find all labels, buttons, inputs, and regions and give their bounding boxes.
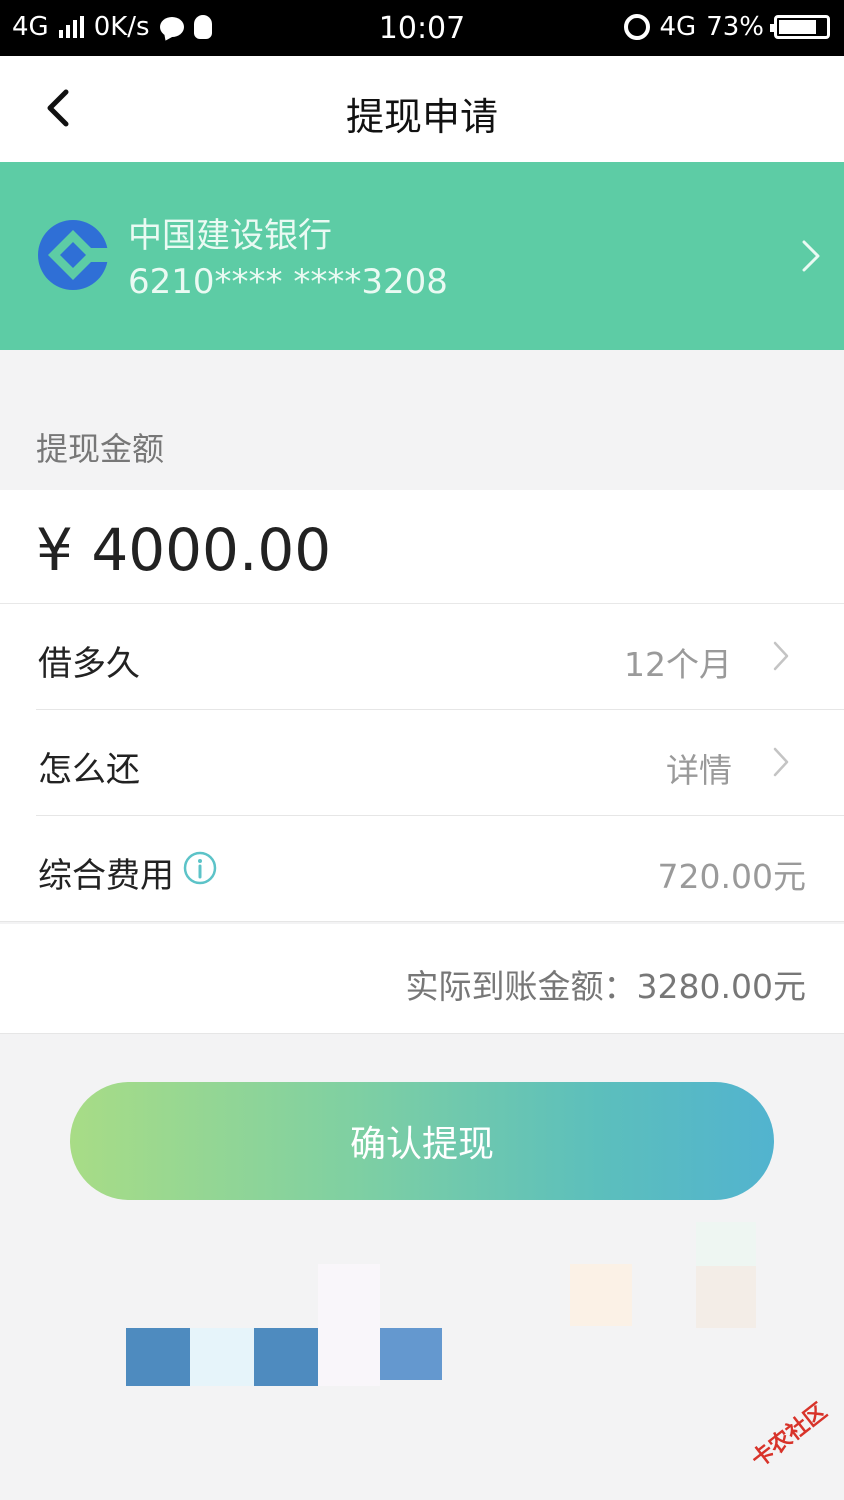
network-type-label-right: 4G	[659, 12, 697, 42]
blurred-ad-block	[126, 1328, 190, 1386]
loan-term-value: 12个月	[624, 645, 732, 684]
withdraw-amount-label: 提现金额	[36, 430, 165, 468]
status-bar: 4G 0K/s 10:07 4G 73%	[0, 0, 844, 56]
total-fee-value: 720.00元	[657, 857, 806, 896]
blurred-ad-block	[254, 1328, 318, 1386]
total-fee-row: 综合费用 720.00元	[0, 816, 844, 922]
chevron-right-icon	[802, 240, 820, 272]
total-fee-label: 综合费用	[38, 856, 174, 896]
net-amount-text: 实际到账金额：3280.00元	[406, 960, 806, 1008]
withdraw-amount-value: ¥ 4000.00	[36, 516, 332, 584]
forum-watermark: 卡农社区	[747, 1399, 832, 1473]
net-amount-label: 实际到账金额：	[405, 967, 637, 1006]
row-divider	[0, 921, 844, 922]
repayment-method-row[interactable]: 怎么还 详情	[0, 710, 844, 816]
confirm-withdraw-button[interactable]: 确认提现	[70, 1082, 774, 1200]
blurred-ad-block	[696, 1266, 756, 1328]
blurred-ad-block	[696, 1222, 756, 1266]
ccb-bank-logo-icon	[38, 220, 110, 290]
bank-account-number: 6210**** ****3208	[128, 262, 448, 302]
chevron-right-icon	[773, 641, 789, 671]
alarm-icon	[623, 14, 650, 40]
status-right: 4G 73%	[623, 12, 830, 42]
loan-term-row[interactable]: 借多久 12个月	[0, 604, 844, 710]
bank-card-selector[interactable]: 中国建设银行 6210**** ****3208	[0, 162, 844, 350]
battery-percent: 73%	[706, 12, 764, 42]
bank-name: 中国建设银行	[128, 216, 332, 256]
navigation-bar: 提现申请	[0, 56, 844, 162]
page-title: 提现申请	[345, 95, 498, 139]
blurred-ad-block	[380, 1328, 442, 1380]
net-amount-row: 实际到账金额：3280.00元	[0, 924, 844, 1034]
withdraw-amount-panel: ¥ 4000.00	[0, 490, 844, 604]
repayment-details-value: 详情	[666, 751, 732, 790]
net-amount-value: 3280.00元	[636, 967, 806, 1006]
blurred-ad-block	[190, 1328, 254, 1386]
repayment-method-label: 怎么还	[38, 750, 140, 790]
chevron-right-icon	[773, 747, 789, 777]
info-icon[interactable]	[183, 851, 217, 885]
blurred-ad-block	[570, 1264, 632, 1326]
loan-term-label: 借多久	[38, 644, 140, 684]
blurred-ad-block	[318, 1264, 380, 1386]
battery-icon	[770, 15, 830, 39]
